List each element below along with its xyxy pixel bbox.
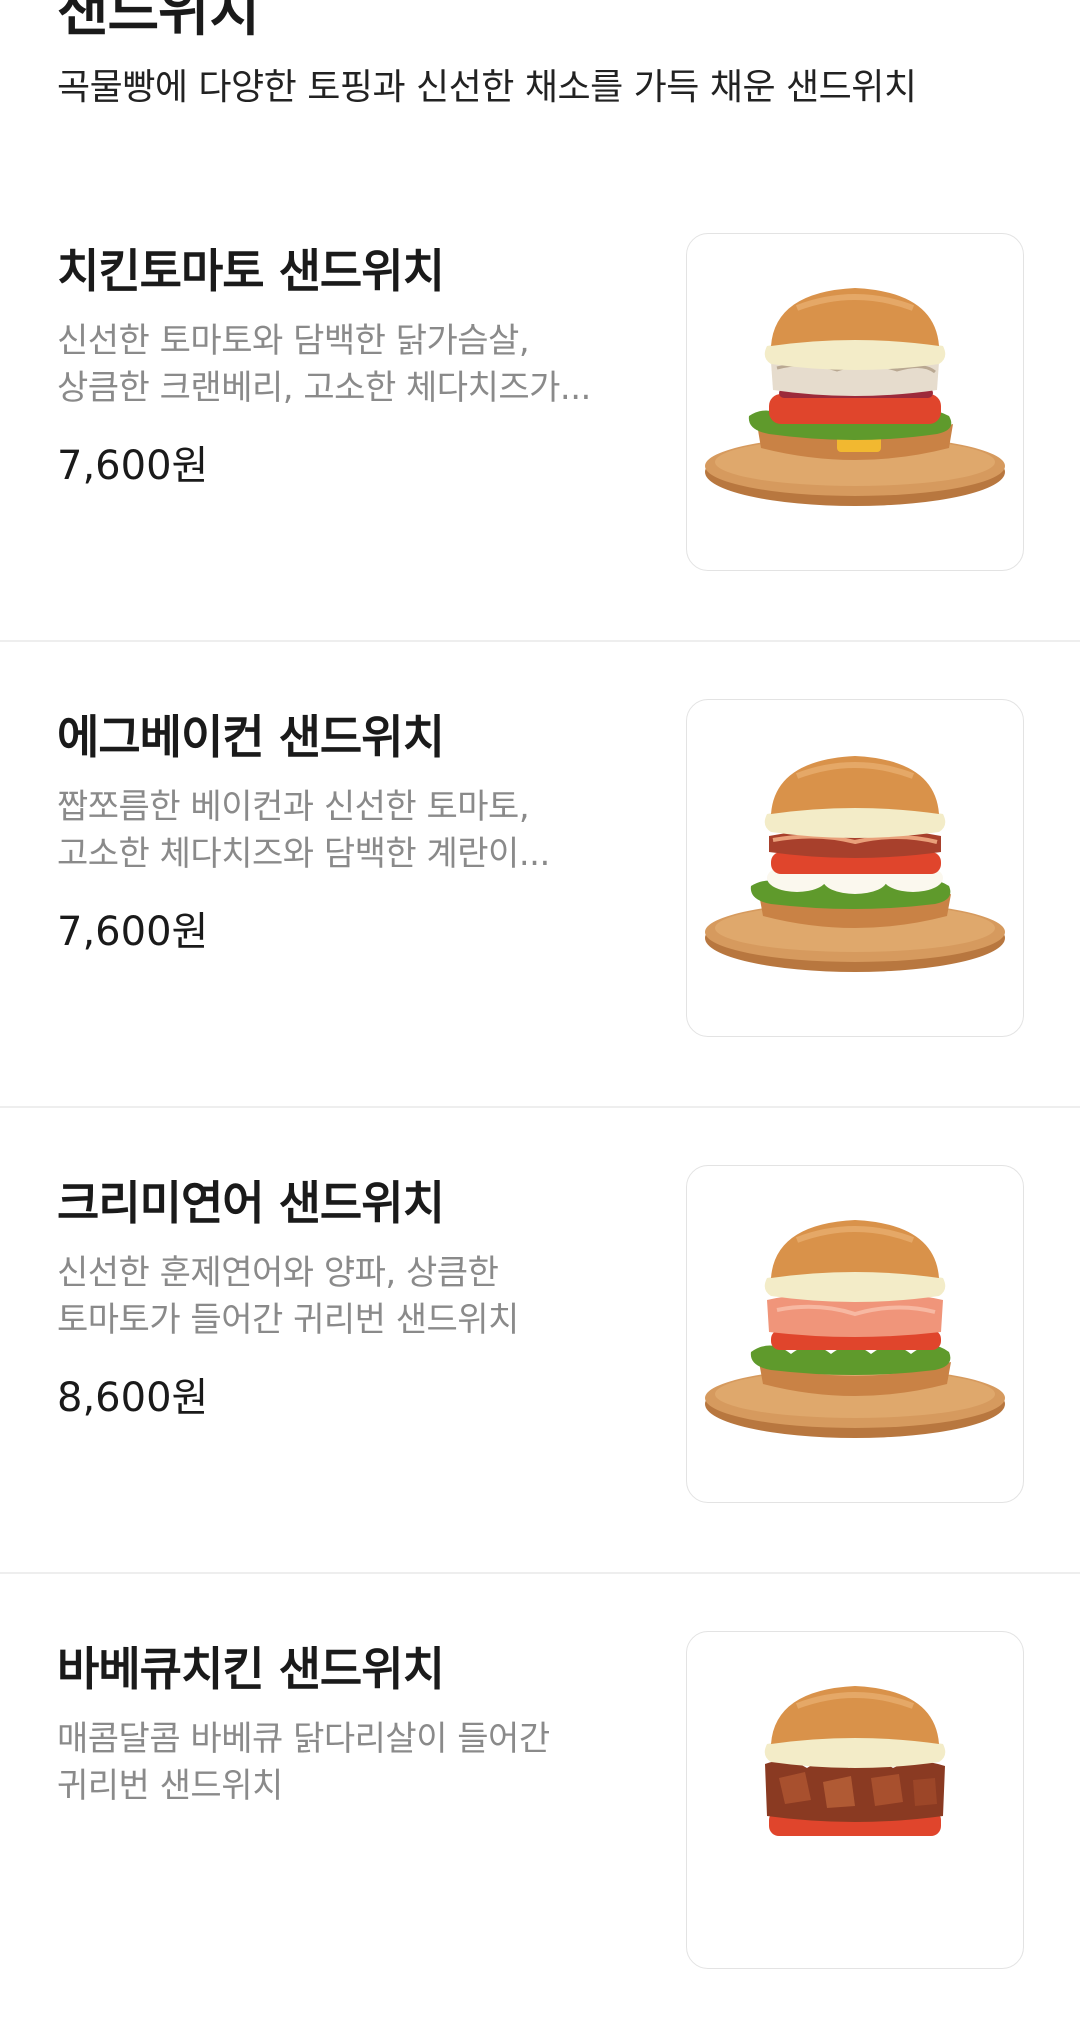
menu-item-price: 8,600원	[57, 1375, 209, 1421]
menu-item-description-line: 신선한 토마토와 담백한 닭가슴살,	[57, 321, 530, 361]
menu-item-price: 7,600원	[57, 909, 209, 955]
menu-item-creamy-salmon[interactable]: 크리미연어 샌드위치 신선한 훈제연어와 양파, 상큼한 토마토가 들어간 귀리…	[0, 1108, 1080, 1574]
menu-item-description-line: 상큼한 크랜베리, 고소한 체다치즈가...	[57, 368, 591, 408]
bbq-chicken-sandwich-image[interactable]	[686, 1631, 1024, 1969]
menu-item-name: 치킨토마토 샌드위치	[57, 244, 445, 298]
section-title: 샌드위치	[57, 0, 260, 44]
menu-item-description-line: 귀리번 샌드위치	[57, 1766, 283, 1806]
creamy-salmon-sandwich-image[interactable]	[686, 1165, 1024, 1503]
menu-item-name: 크리미연어 샌드위치	[57, 1176, 445, 1230]
section-description: 곡물빵에 다양한 토핑과 신선한 채소를 가득 채운 샌드위치	[57, 67, 917, 108]
menu-item-bbq-chicken[interactable]: 바베큐치킨 샌드위치 매콤달콤 바베큐 닭다리살이 들어간 귀리번 샌드위치	[0, 1574, 1080, 2040]
menu-item-description: 신선한 토마토와 담백한 닭가슴살, 상큼한 크랜베리, 고소한 체다치즈가..…	[57, 318, 657, 412]
menu-item-chicken-tomato[interactable]: 치킨토마토 샌드위치 신선한 토마토와 담백한 닭가슴살, 상큼한 크랜베리, …	[0, 176, 1080, 642]
menu-item-description-line: 토마토가 들어간 귀리번 샌드위치	[57, 1300, 519, 1340]
menu-item-description: 매콤달콤 바베큐 닭다리살이 들어간 귀리번 샌드위치	[57, 1716, 657, 1810]
menu-item-description-line: 고소한 체다치즈와 담백한 계란이...	[57, 834, 550, 874]
menu-item-description-line: 짭쪼름한 베이컨과 신선한 토마토,	[57, 787, 530, 827]
menu-item-egg-bacon[interactable]: 에그베이컨 샌드위치 짭쪼름한 베이컨과 신선한 토마토, 고소한 체다치즈와 …	[0, 642, 1080, 1108]
section-header: 샌드위치 곡물빵에 다양한 토핑과 신선한 채소를 가득 채운 샌드위치	[57, 0, 1037, 112]
menu-item-description-line: 신선한 훈제연어와 양파, 상큼한	[57, 1253, 499, 1293]
menu-item-description: 짭쪼름한 베이컨과 신선한 토마토, 고소한 체다치즈와 담백한 계란이...	[57, 784, 657, 878]
menu-item-name: 에그베이컨 샌드위치	[57, 710, 445, 764]
menu-item-description-line: 매콤달콤 바베큐 닭다리살이 들어간	[57, 1719, 550, 1759]
menu-item-description: 신선한 훈제연어와 양파, 상큼한 토마토가 들어간 귀리번 샌드위치	[57, 1250, 657, 1344]
menu-item-name: 바베큐치킨 샌드위치	[57, 1642, 445, 1696]
egg-bacon-sandwich-image[interactable]	[686, 699, 1024, 1037]
menu-item-price: 7,600원	[57, 443, 209, 489]
chicken-tomato-sandwich-image[interactable]	[686, 233, 1024, 571]
